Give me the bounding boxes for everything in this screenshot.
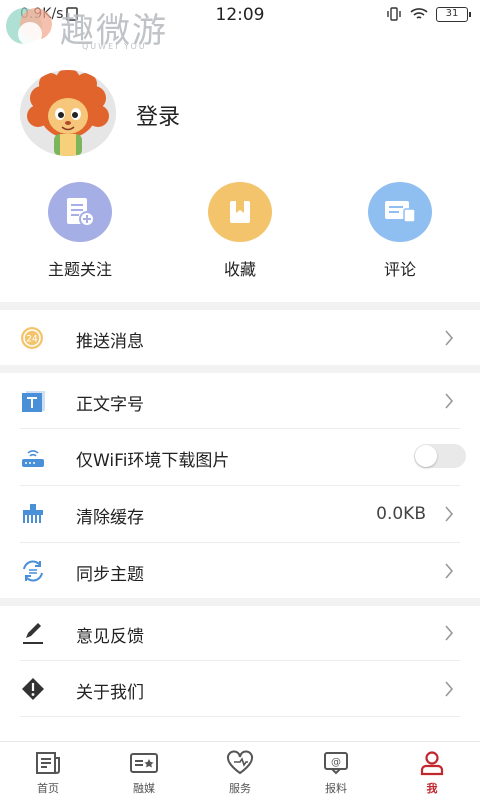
sync-topics-label: 同步主题 — [76, 565, 144, 585]
wifi-only-toggle[interactable] — [414, 444, 466, 468]
nav-home[interactable]: 首页 — [0, 748, 96, 796]
service-heart-icon — [192, 748, 288, 778]
avatar[interactable] — [20, 70, 116, 156]
push-messages-row[interactable]: 24 推送消息 — [0, 310, 480, 366]
nav-service[interactable]: 服务 — [192, 748, 288, 796]
toggle-knob — [415, 445, 437, 467]
push-messages-label: 推送消息 — [76, 332, 144, 352]
sync-icon — [20, 559, 46, 583]
mascot-avatar-icon — [20, 70, 116, 156]
battery-indicator: 31 — [436, 6, 471, 22]
edit-pencil-icon — [20, 621, 46, 645]
info-diamond-icon — [20, 677, 46, 701]
watermark-logo: 趣微游 QUWEI YOU — [2, 0, 192, 58]
nav-label: 首页 — [37, 782, 59, 795]
quick-action-subscribe[interactable]: 主题关注 — [0, 182, 160, 280]
wifi-only-row: 仅WiFi环境下载图片 — [0, 429, 480, 485]
watermark-emblem-icon — [6, 8, 52, 46]
watermark-subtext: QUWEI YOU — [82, 42, 147, 51]
feedback-label: 意见反馈 — [76, 627, 144, 647]
chevron-right-icon — [445, 506, 454, 522]
vibrate-icon — [387, 7, 401, 21]
quick-action-label: 评论 — [383, 260, 416, 279]
svg-text:@: @ — [331, 757, 341, 768]
chevron-right-icon — [445, 625, 454, 641]
nav-media[interactable]: 融媒 — [96, 748, 192, 796]
nav-label: 融媒 — [133, 782, 155, 795]
chevron-right-icon — [445, 393, 454, 409]
row-divider — [20, 716, 460, 717]
report-icon: @ — [288, 748, 384, 778]
chevron-right-icon — [445, 330, 454, 346]
quick-action-label: 主题关注 — [47, 260, 112, 279]
bookmark-icon — [208, 182, 272, 242]
feedback-row[interactable]: 意见反馈 — [0, 605, 480, 661]
quick-action-label: 收藏 — [223, 260, 256, 279]
about-row[interactable]: 关于我们 — [0, 661, 480, 717]
status-right: 31 — [386, 6, 471, 22]
cache-size-value: 0.0KB — [376, 504, 426, 524]
font-size-icon — [20, 389, 46, 413]
router-icon — [20, 445, 46, 469]
quick-action-comment[interactable]: 评论 — [320, 182, 480, 280]
about-label: 关于我们 — [76, 683, 144, 703]
wifi-only-label: 仅WiFi环境下载图片 — [76, 451, 230, 471]
media-icon — [96, 748, 192, 778]
nav-label: 报料 — [325, 782, 347, 795]
font-size-label: 正文字号 — [76, 395, 144, 415]
section-divider — [0, 365, 480, 373]
nav-label: 我 — [426, 782, 438, 795]
sync-topics-row[interactable]: 同步主题 — [0, 543, 480, 599]
chevron-right-icon — [445, 681, 454, 697]
clear-cache-label: 清除缓存 — [76, 508, 144, 528]
chevron-right-icon — [445, 563, 454, 579]
user-icon — [384, 748, 480, 778]
section-divider — [0, 302, 480, 310]
quick-action-bookmark[interactable]: 收藏 — [160, 182, 320, 280]
subscribe-topic-icon — [48, 182, 112, 242]
push-badge-count: 24 — [26, 335, 38, 345]
push-badge-icon: 24 — [20, 326, 46, 350]
clear-cache-row[interactable]: 清除缓存 0.0KB — [0, 486, 480, 542]
font-size-row[interactable]: 正文字号 — [0, 373, 480, 429]
home-news-icon — [0, 748, 96, 778]
broom-icon — [20, 502, 46, 526]
nav-me[interactable]: 我 — [384, 748, 480, 796]
wifi-icon — [410, 8, 428, 19]
nav-label: 服务 — [229, 782, 251, 795]
bottom-nav: 首页 融媒 服务 @ 报料 我 — [0, 741, 480, 800]
nav-report[interactable]: @ 报料 — [288, 748, 384, 796]
comment-icon — [368, 182, 432, 242]
login-label[interactable]: 登录 — [136, 99, 180, 131]
